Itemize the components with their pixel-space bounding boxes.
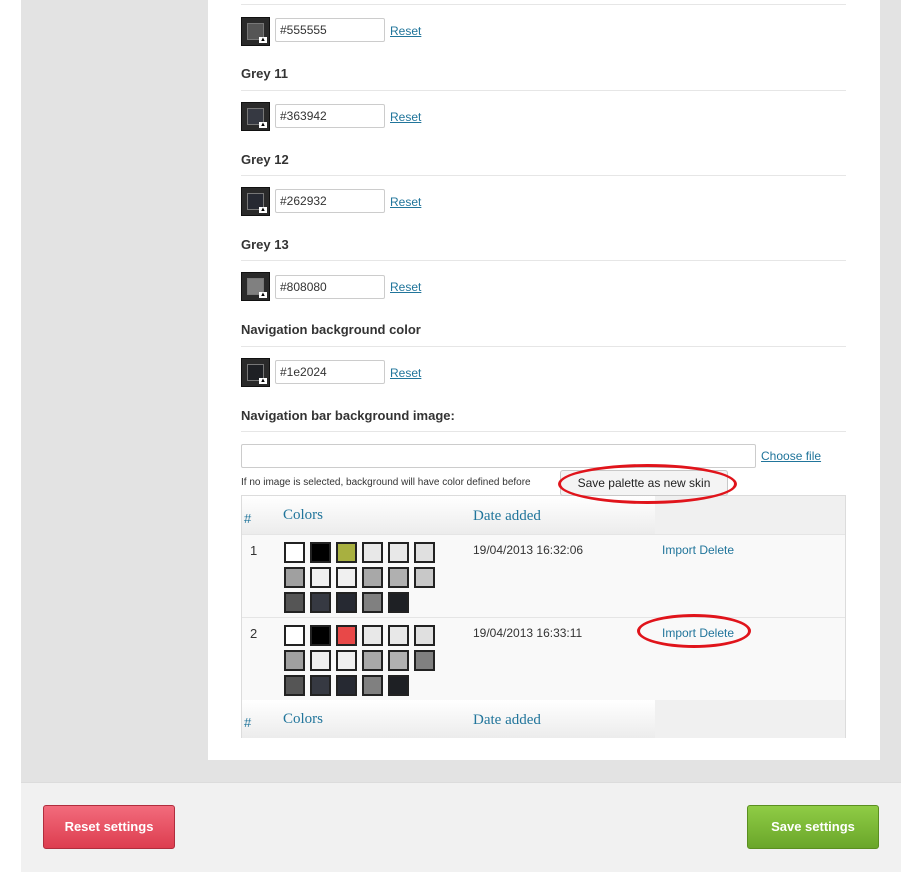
palette-color-swatch [336, 592, 357, 613]
table-footer: # Colors Date added [242, 700, 845, 738]
import-delete-links[interactable]: Import Delete [662, 543, 734, 557]
picker-arrow-icon: ▲ [259, 378, 267, 384]
save-palette-button[interactable]: Save palette as new skin [560, 470, 728, 496]
palette-color-swatch [336, 567, 357, 588]
palette-color-swatch [388, 625, 409, 646]
reset-color-link[interactable]: Reset [390, 110, 421, 124]
palette-color-swatch [388, 542, 409, 563]
palette-color-swatch [362, 542, 383, 563]
import-delete-links[interactable]: Import Delete [662, 626, 734, 640]
reset-color-link[interactable]: Reset [390, 195, 421, 209]
palette-color-swatch [310, 567, 331, 588]
palette-color-swatch [284, 567, 305, 588]
palette-color-swatch [310, 675, 331, 696]
palette-color-swatch [284, 650, 305, 671]
picker-arrow-icon: ▲ [259, 292, 267, 298]
table-header: # Colors Date added [242, 496, 845, 534]
color-label-grey-12: Grey 12 [241, 152, 289, 167]
palette-color-swatch [414, 567, 435, 588]
row-number: 1 [250, 543, 258, 558]
hex-color-input[interactable] [275, 189, 385, 213]
palette-color-swatch [388, 650, 409, 671]
palette-color-swatch [310, 650, 331, 671]
palette-color-swatch [336, 650, 357, 671]
reset-color-link[interactable]: Reset [390, 366, 421, 380]
palette-color-swatch [336, 542, 357, 563]
palette-color-swatch [284, 625, 305, 646]
column-footer-number: # [244, 715, 252, 730]
row-number: 2 [250, 626, 258, 641]
divider [241, 4, 846, 5]
color-label-navigation-background: Navigation background color [241, 322, 421, 337]
palette-color-swatch [336, 625, 357, 646]
palette-color-swatch [284, 675, 305, 696]
palette-color-swatch [284, 592, 305, 613]
column-footer-colors[interactable]: Colors [283, 711, 323, 728]
palette-color-swatch [284, 542, 305, 563]
palette-color-swatch [388, 592, 409, 613]
palette-color-swatch [414, 542, 435, 563]
palette-color-swatch [336, 675, 357, 696]
column-header-number: # [244, 511, 252, 526]
table-row: 2 19/04/2013 16:33:11 Import Delete [242, 617, 845, 700]
hex-color-input[interactable] [275, 360, 385, 384]
hex-color-input[interactable] [275, 18, 385, 42]
hex-color-input[interactable] [275, 104, 385, 128]
palette-color-swatch [388, 675, 409, 696]
picker-arrow-icon: ▲ [259, 207, 267, 213]
divider [241, 90, 846, 91]
table-row: 1 19/04/2013 16:32:06 Import Delete [242, 534, 845, 617]
palette-color-swatch [388, 567, 409, 588]
column-header-colors[interactable]: Colors [283, 507, 323, 524]
color-picker-button[interactable]: ▲ [241, 187, 270, 216]
divider [241, 346, 846, 347]
date-added: 19/04/2013 16:32:06 [473, 543, 584, 557]
divider [241, 260, 846, 261]
palette-color-swatch [362, 625, 383, 646]
palette-color-swatch [414, 650, 435, 671]
palette-color-swatch [362, 675, 383, 696]
nav-image-label: Navigation bar background image: [241, 408, 455, 423]
picker-arrow-icon: ▲ [259, 37, 267, 43]
color-picker-button[interactable]: ▲ [241, 358, 270, 387]
palette-color-swatch [362, 567, 383, 588]
palette-color-swatch [362, 592, 383, 613]
palette-color-swatch [310, 592, 331, 613]
hex-color-input[interactable] [275, 275, 385, 299]
reset-color-link[interactable]: Reset [390, 24, 421, 38]
save-settings-button[interactable]: Save settings [747, 805, 879, 849]
palette-table: # Colors Date added 1 19/04/2013 16:32:0… [241, 495, 846, 738]
column-header-date[interactable]: Date added [473, 508, 541, 525]
reset-color-link[interactable]: Reset [390, 280, 421, 294]
image-hint-text: If no image is selected, background will… [241, 477, 531, 488]
divider [241, 431, 846, 432]
divider [241, 175, 846, 176]
reset-settings-button[interactable]: Reset settings [43, 805, 175, 849]
palette-color-swatch [310, 542, 331, 563]
color-picker-button[interactable]: ▲ [241, 272, 270, 301]
picker-arrow-icon: ▲ [259, 122, 267, 128]
palette-color-swatch [414, 625, 435, 646]
color-label-grey-11: Grey 11 [241, 66, 288, 81]
column-footer-date[interactable]: Date added [473, 712, 541, 729]
color-picker-button[interactable]: ▲ [241, 102, 270, 131]
color-picker-button[interactable]: ▲ [241, 17, 270, 46]
color-label-grey-13: Grey 13 [241, 237, 289, 252]
image-path-input[interactable] [241, 444, 756, 468]
date-added: 19/04/2013 16:33:11 [473, 626, 583, 640]
choose-file-link[interactable]: Choose file [761, 449, 821, 463]
palette-color-swatch [310, 625, 331, 646]
palette-color-swatch [362, 650, 383, 671]
